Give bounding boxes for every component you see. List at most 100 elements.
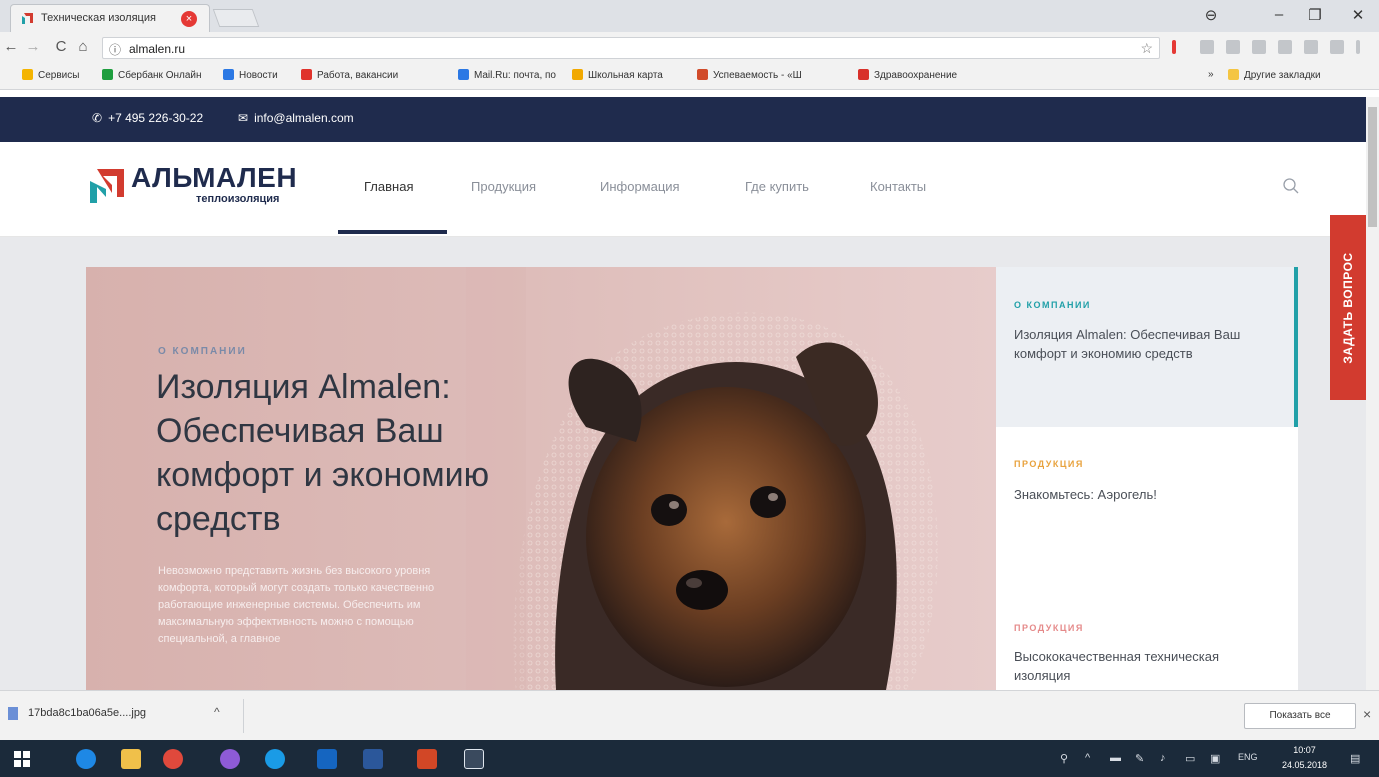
bookmark-item[interactable]: Mail.Ru: почта, по [458, 69, 556, 81]
browser-titlebar: Техническая изоляция × ⊖ – ❐ ✕ [0, 0, 1379, 32]
bookmark-item[interactable]: Сбербанк Онлайн [102, 69, 202, 81]
download-file-name[interactable]: 17bda8c1ba06a5e....jpg [28, 707, 146, 719]
browser-tab[interactable]: Техническая изоляция × [10, 4, 210, 32]
logo-name[interactable]: АЛЬМАЛЕН [131, 162, 297, 194]
word-icon[interactable] [363, 749, 383, 769]
skype-icon[interactable] [265, 749, 285, 769]
file-explorer-icon[interactable] [121, 749, 141, 769]
maximize-button[interactable]: ❐ [1305, 6, 1325, 24]
edge-icon[interactable] [76, 749, 96, 769]
language-indicator[interactable]: ENG [1238, 752, 1258, 762]
bookmark-label: Сбербанк Онлайн [118, 70, 202, 81]
hero-slide[interactable]: О КОМПАНИИ Изоляция Almalen: Обеспечивая… [86, 267, 996, 690]
extension-icon[interactable] [1304, 40, 1318, 54]
notifications-icon[interactable]: ▤ [1350, 752, 1360, 765]
site-favicon-icon [22, 13, 33, 24]
extension-icon[interactable] [1252, 40, 1266, 54]
ask-question-label: ЗАДАТЬ ВОПРОС [1341, 251, 1355, 364]
page-scrollbar[interactable] [1366, 97, 1379, 690]
slider-nav-item-3[interactable]: ПРОДУКЦИЯ Высококачественная техническая… [996, 567, 1298, 690]
email-link[interactable]: ✉ info@almalen.com [238, 111, 354, 125]
slider-nav-item-1[interactable]: О КОМПАНИИ Изоляция Almalen: Обеспечивая… [996, 267, 1298, 427]
slider-nav-item-2[interactable]: ПРОДУКЦИЯ Знакомьтесь: Аэрогель! [996, 427, 1298, 567]
bookmark-item[interactable]: Работа, вакансии [301, 69, 398, 81]
photos-icon[interactable] [464, 749, 484, 769]
bookmark-label: Работа, вакансии [317, 70, 399, 81]
bookmark-favicon-icon [697, 69, 708, 80]
hero-text: Невозможно представить жизнь без высоког… [158, 565, 435, 645]
viber-icon[interactable] [220, 749, 240, 769]
profile-icon[interactable]: ⊖ [1201, 6, 1221, 24]
close-window-button[interactable]: ✕ [1348, 6, 1368, 24]
bookmark-favicon-icon [458, 69, 469, 80]
tray-app-icon[interactable]: ▬ [1110, 752, 1121, 764]
bookmark-other-label: Другие закладки [1244, 70, 1321, 81]
ask-question-button[interactable]: ЗАДАТЬ ВОПРОС [1330, 215, 1366, 400]
url-text[interactable]: almalen.ru [129, 42, 185, 56]
chevron-up-icon[interactable]: ^ [1085, 752, 1090, 764]
extension-icon[interactable] [1172, 40, 1176, 54]
windows-start-icon[interactable] [14, 751, 30, 767]
card-text: Знакомьтесь: Аэрогель! [1014, 487, 1157, 502]
browser-toolbar: ← → C ⌂ ⓘ almalen.ru ☆ [0, 32, 1379, 62]
bookmark-item[interactable]: Новости [223, 69, 278, 81]
hero-kicker: О КОМПАНИИ [158, 346, 247, 357]
bookmark-star-icon[interactable]: ☆ [1140, 40, 1153, 57]
new-tab-button[interactable] [212, 9, 260, 27]
show-all-downloads-button[interactable]: Показать все [1244, 703, 1356, 729]
address-bar[interactable]: ⓘ almalen.ru ☆ [102, 37, 1160, 59]
bookmark-label: Сервисы [38, 70, 80, 81]
bookmark-other[interactable]: Другие закладки [1228, 69, 1321, 81]
card-kicker: ПРОДУКЦИЯ [1014, 459, 1084, 469]
menu-item-contacts[interactable]: Контакты [870, 179, 926, 194]
card-text: Изоляция Almalen: Обеспечивая Ваш комфор… [1014, 327, 1241, 361]
tab-close-icon[interactable]: × [181, 11, 197, 27]
tray-app-icon[interactable]: ✎ [1135, 752, 1144, 765]
extension-icon[interactable] [1278, 40, 1292, 54]
extension-icon[interactable] [1330, 40, 1344, 54]
network-icon[interactable]: ♪ [1160, 752, 1166, 764]
phone-icon: ✆ [92, 111, 103, 125]
clock-date: 24.05.2018 [1282, 760, 1328, 770]
scrollbar-thumb[interactable] [1368, 107, 1377, 227]
people-icon[interactable]: ⚲ [1060, 752, 1068, 765]
home-button[interactable]: ⌂ [74, 38, 92, 55]
powerpoint-icon[interactable] [417, 749, 437, 769]
bookmark-favicon-icon [22, 69, 33, 80]
keyboard-icon[interactable]: ▭ [1185, 752, 1195, 765]
clock-time: 10:07 [1293, 745, 1316, 755]
bookmark-favicon-icon [102, 69, 113, 80]
minimize-button[interactable]: – [1269, 6, 1289, 23]
chevron-up-icon[interactable]: ^ [214, 705, 220, 719]
bookmark-label: Школьная карта [588, 70, 663, 81]
clock[interactable]: 10:07 24.05.2018 [1282, 743, 1327, 773]
extension-icon[interactable] [1226, 40, 1240, 54]
bookmark-item[interactable]: Успеваемость - «Ш [697, 69, 802, 81]
bookmark-item[interactable]: Сервисы [22, 69, 79, 81]
menu-item-info[interactable]: Информация [600, 179, 680, 194]
extension-icon[interactable] [1200, 40, 1214, 54]
forward-button[interactable]: → [24, 38, 42, 55]
logo-icon[interactable] [90, 167, 124, 203]
bookmark-favicon-icon [301, 69, 312, 80]
search-icon[interactable] [1283, 178, 1299, 194]
site-info-icon[interactable]: ⓘ [109, 41, 121, 58]
back-button[interactable]: ← [2, 38, 20, 55]
bookmark-item[interactable]: Здравоохранение [858, 69, 957, 81]
outlook-icon[interactable] [317, 749, 337, 769]
menu-item-products[interactable]: Продукция [471, 179, 536, 194]
phone-link[interactable]: ✆ +7 495 226-30-22 [92, 111, 203, 125]
menu-item-where-to-buy[interactable]: Где купить [745, 179, 809, 194]
close-icon[interactable]: × [1363, 706, 1371, 722]
menu-item-home[interactable]: Главная [364, 179, 413, 194]
bookmark-item[interactable]: Школьная карта [572, 69, 663, 81]
mail-icon: ✉ [238, 111, 249, 125]
hero-title[interactable]: Изоляция Almalen: Обеспечивая Ваш комфор… [156, 365, 516, 541]
divider [243, 699, 244, 733]
tab-title: Техническая изоляция [41, 12, 156, 24]
reload-button[interactable]: C [52, 38, 70, 55]
bookmarks-more-icon[interactable]: » [1208, 69, 1214, 80]
display-icon[interactable]: ▣ [1210, 752, 1220, 765]
chrome-icon[interactable] [163, 749, 183, 769]
menu-icon[interactable] [1356, 40, 1360, 54]
